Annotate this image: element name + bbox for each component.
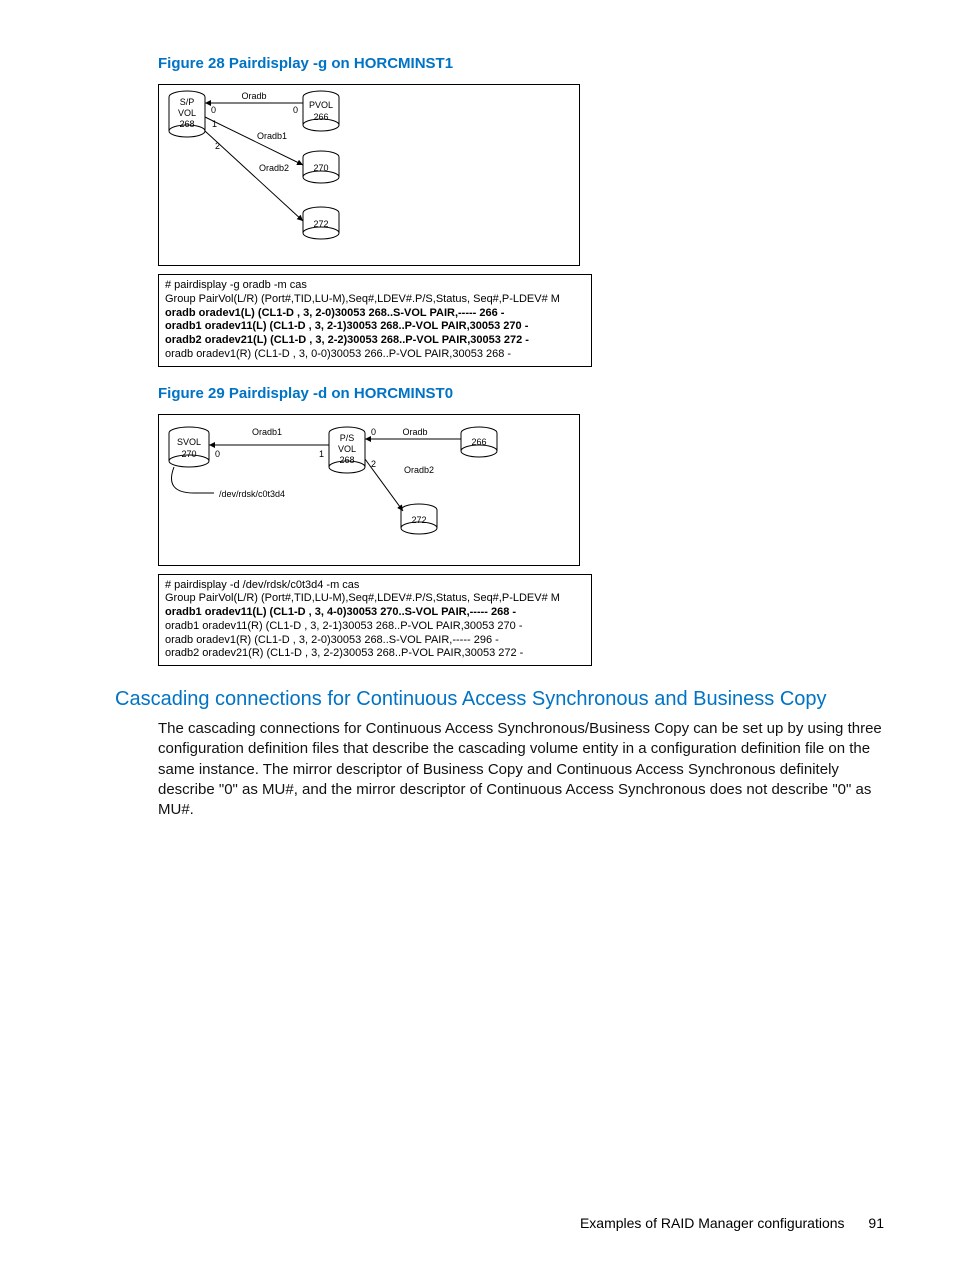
fig29-row-3: oradb2 oradev21(R) (CL1-D , 3, 2-2)30053… (165, 647, 585, 661)
svg-text:270: 270 (313, 163, 328, 173)
cylinder-spvol-268: S/P VOL 268 (169, 91, 205, 137)
cylinder-272b: 272 (401, 504, 437, 534)
figure-28-table: # pairdisplay -g oradb -m cas Group Pair… (158, 274, 592, 367)
label-oradb2: Oradb2 (259, 163, 289, 173)
cylinder-270: 270 (303, 151, 339, 183)
svg-text:P/S: P/S (340, 433, 355, 443)
figure-28-svg: S/P VOL 268 PVOL 266 270 (159, 85, 579, 265)
cylinder-pvol-266: PVOL 266 (303, 91, 339, 131)
svg-text:VOL: VOL (178, 108, 196, 118)
section-title: Cascading connections for Continuous Acc… (115, 688, 884, 711)
svg-text:268: 268 (339, 455, 354, 465)
svg-text:S/P: S/P (180, 97, 195, 107)
cylinder-svol-270: SVOL 270 (169, 427, 209, 467)
fig28-row-3: oradb oradev1(R) (CL1-D , 3, 0-0)30053 2… (165, 348, 585, 362)
figure-29-diagram: SVOL 270 P/S VOL 268 266 (158, 414, 580, 566)
svg-text:272: 272 (313, 219, 328, 229)
svg-text:270: 270 (181, 449, 196, 459)
svg-text:0: 0 (293, 105, 298, 115)
svg-text:SVOL: SVOL (177, 437, 201, 447)
figure-28-diagram: S/P VOL 268 PVOL 266 270 (158, 84, 580, 266)
svg-text:0: 0 (211, 105, 216, 115)
svg-text:266: 266 (471, 437, 486, 447)
fig29-row-2: oradb oradev1(R) (CL1-D , 3, 2-0)30053 2… (165, 634, 585, 648)
svg-text:2: 2 (371, 459, 376, 469)
fig28-row-2: oradb2 oradev21(L) (CL1-D , 3, 2-2)30053… (165, 334, 585, 348)
svg-text:1: 1 (319, 449, 324, 459)
cylinder-266: 266 (461, 427, 497, 457)
label-devpath: /dev/rdsk/c0t3d4 (219, 489, 285, 499)
svg-text:0: 0 (215, 449, 220, 459)
label-oradb1-b: Oradb1 (252, 427, 282, 437)
figure-29-title: Figure 29 Pairdisplay -d on HORCMINST0 (158, 385, 884, 402)
fig28-row-0: oradb oradev1(L) (CL1-D , 3, 2-0)30053 2… (165, 307, 585, 321)
fig29-cmd: # pairdisplay -d /dev/rdsk/c0t3d4 -m cas (165, 579, 585, 593)
cylinder-psvol-268: P/S VOL 268 (329, 427, 365, 473)
svg-text:1: 1 (212, 119, 217, 129)
svg-text:PVOL: PVOL (309, 100, 333, 110)
fig28-cmd: # pairdisplay -g oradb -m cas (165, 279, 585, 293)
svg-text:VOL: VOL (338, 444, 356, 454)
fig29-row-0: oradb1 oradev11(L) (CL1-D , 3, 4-0)30053… (165, 606, 585, 620)
svg-text:272: 272 (411, 515, 426, 525)
fig28-header: Group PairVol(L/R) (Port#,TID,LU-M),Seq#… (165, 293, 585, 307)
svg-text:0: 0 (371, 427, 376, 437)
svg-text:268: 268 (179, 119, 194, 129)
fig28-row-1: oradb1 oradev11(L) (CL1-D , 3, 2-1)30053… (165, 320, 585, 334)
label-oradb1: Oradb1 (257, 131, 287, 141)
label-oradb-b: Oradb (402, 427, 427, 437)
svg-text:2: 2 (215, 141, 220, 151)
footer-text: Examples of RAID Manager configurations (580, 1215, 845, 1231)
fig29-header: Group PairVol(L/R) (Port#,TID,LU-M),Seq#… (165, 592, 585, 606)
page-number: 91 (868, 1215, 884, 1231)
cylinder-272: 272 (303, 207, 339, 239)
fig29-row-1: oradb1 oradev11(R) (CL1-D , 3, 2-1)30053… (165, 620, 585, 634)
section-body: The cascading connections for Continuous… (158, 719, 884, 820)
svg-text:266: 266 (313, 112, 328, 122)
figure-29-svg: SVOL 270 P/S VOL 268 266 (159, 415, 579, 565)
figure-28-title: Figure 28 Pairdisplay -g on HORCMINST1 (158, 55, 884, 72)
label-oradb2-b: Oradb2 (404, 465, 434, 475)
label-oradb: Oradb (241, 91, 266, 101)
page-footer: Examples of RAID Manager configurations … (580, 1215, 884, 1231)
figure-29-table: # pairdisplay -d /dev/rdsk/c0t3d4 -m cas… (158, 574, 592, 667)
